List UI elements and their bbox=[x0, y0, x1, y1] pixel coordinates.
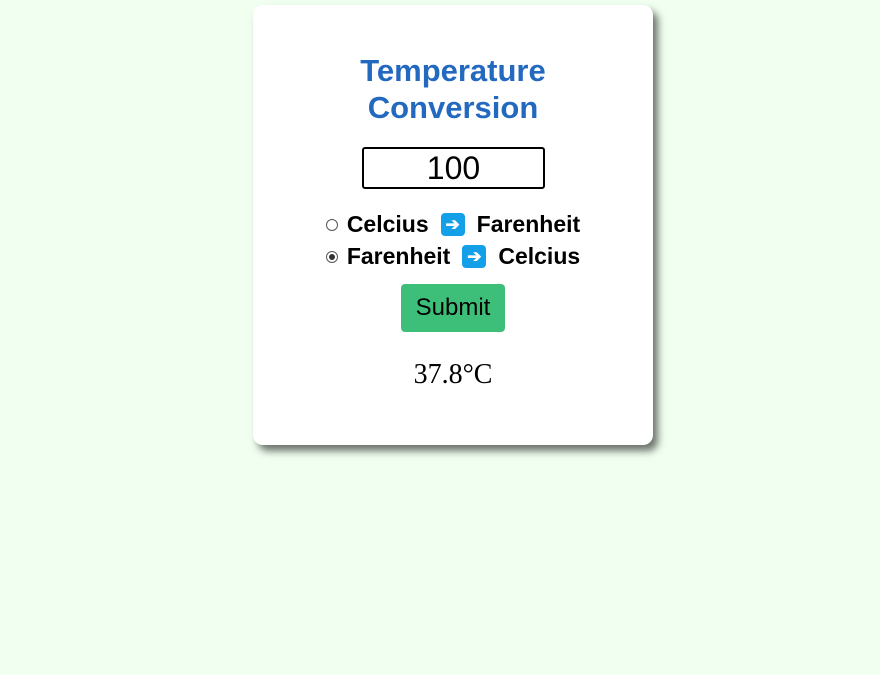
radio-f-to-c[interactable] bbox=[325, 251, 338, 263]
option-f-to-c[interactable]: Farenheit ➔ Celcius bbox=[253, 240, 653, 272]
temperature-input[interactable] bbox=[362, 147, 545, 189]
option-f-to-c-from: Farenheit bbox=[346, 242, 451, 269]
page-title: Temperature Conversion bbox=[253, 52, 653, 126]
title-line-1: Temperature bbox=[360, 53, 546, 88]
title-line-2: Conversion bbox=[367, 90, 539, 125]
right-arrow-icon: ➔ bbox=[440, 212, 465, 236]
option-f-to-c-to: Celcius bbox=[498, 242, 581, 269]
conversion-result: 37.8°C bbox=[413, 359, 493, 390]
option-c-to-f[interactable]: Celcius ➔ Farenheit bbox=[253, 208, 653, 240]
option-c-to-f-from: Celcius bbox=[346, 210, 429, 237]
converter-card: Temperature Conversion Celcius ➔ Farenhe… bbox=[253, 5, 653, 445]
submit-button[interactable]: Submit bbox=[401, 284, 505, 332]
conversion-options: Celcius ➔ Farenheit Farenheit ➔ Celcius bbox=[253, 208, 653, 272]
right-arrow-icon: ➔ bbox=[462, 244, 487, 268]
option-c-to-f-to: Farenheit bbox=[476, 210, 581, 237]
radio-c-to-f[interactable] bbox=[325, 219, 338, 231]
